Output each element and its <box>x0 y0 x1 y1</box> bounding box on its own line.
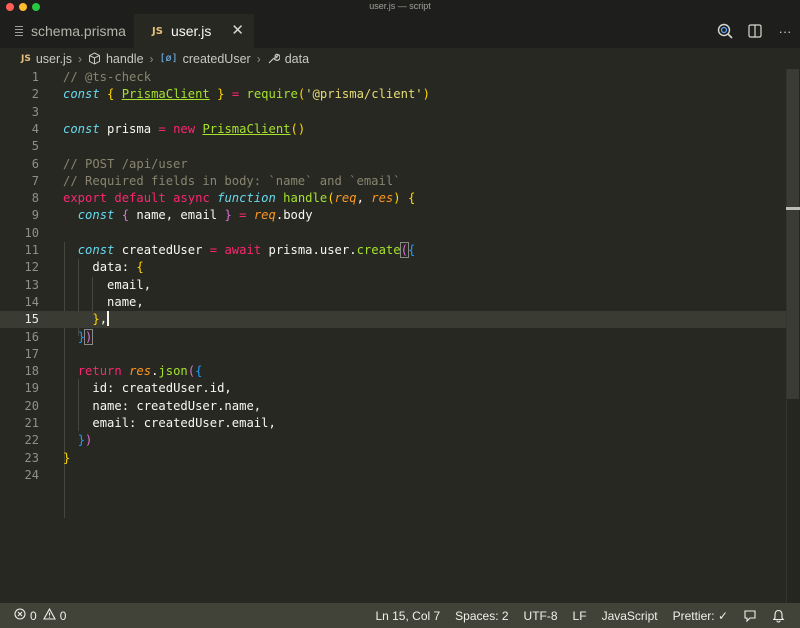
line-number: 8 <box>31 191 39 206</box>
line-number: 2 <box>31 87 39 102</box>
more-icon[interactable]: ··· <box>770 14 800 48</box>
breadcrumb-item-handle[interactable]: handle <box>106 52 144 66</box>
code-line[interactable]: 10 <box>0 225 786 242</box>
tab-label: user.js <box>170 23 212 39</box>
line-number: 12 <box>24 260 39 275</box>
line-number: 7 <box>31 173 39 188</box>
breadcrumb-item-file[interactable]: user.js <box>36 52 72 66</box>
code-line[interactable]: 9 const { name, email } = req.body <box>0 207 786 224</box>
code-line[interactable]: 1 // @ts-check <box>0 69 786 86</box>
cursor-position[interactable]: Ln 15, Col 7 <box>375 609 440 623</box>
bell-icon[interactable] <box>772 609 785 623</box>
line-number: 10 <box>24 225 39 240</box>
breadcrumb-item-data[interactable]: data <box>285 52 309 66</box>
text-cursor <box>107 311 109 327</box>
problems-indicator[interactable]: 0 0 <box>0 607 72 623</box>
tab-schema-prisma[interactable]: schema.prisma <box>0 14 134 48</box>
chevron-right-icon: › <box>77 51 82 66</box>
code-line[interactable]: 23 } <box>0 450 786 467</box>
title-bar: user.js — script <box>0 0 800 14</box>
search-icon[interactable] <box>710 14 740 48</box>
error-count: 0 <box>30 608 37 623</box>
end-of-line[interactable]: LF <box>573 609 587 623</box>
code-line[interactable]: 11 const createdUser = await prisma.user… <box>0 242 786 259</box>
variable-icon: [ø] <box>159 53 178 64</box>
lines-icon <box>15 24 23 38</box>
code-line[interactable]: 16 }) <box>0 328 786 346</box>
code-line[interactable]: 14 name, <box>0 294 786 311</box>
line-number: 11 <box>24 243 39 257</box>
cube-icon <box>88 52 101 65</box>
tab-bar: schema.prisma JS user.js ✕ ··· <box>0 14 800 48</box>
code-line[interactable]: 21 email: createdUser.email, <box>0 415 786 432</box>
js-icon: JS <box>152 25 163 37</box>
line-number: 15 <box>24 312 39 327</box>
breadcrumb-item-createduser[interactable]: createdUser <box>183 52 251 66</box>
code-line[interactable]: 7 // Required fields in body: `name` and… <box>0 173 786 190</box>
line-number: 23 <box>24 450 39 465</box>
line-number: 13 <box>24 277 39 292</box>
line-number: 20 <box>24 398 39 413</box>
code-line[interactable]: 6 // POST /api/user <box>0 156 786 173</box>
code-line[interactable]: 2 const { PrismaClient } = require('@pri… <box>0 86 786 103</box>
line-number: 6 <box>31 156 39 171</box>
line-number: 17 <box>24 346 39 361</box>
code-line[interactable]: 4 const prisma = new PrismaClient() <box>0 121 786 138</box>
chevron-right-icon: › <box>149 51 154 66</box>
vertical-scrollbar[interactable] <box>786 69 800 603</box>
line-number: 24 <box>24 467 39 482</box>
code-line[interactable]: 5 <box>0 138 786 155</box>
cursor-position-marker <box>786 207 800 210</box>
code-line[interactable]: 8 export default async function handle(r… <box>0 190 786 207</box>
code-line[interactable]: 12 data: { <box>0 259 786 276</box>
code-line[interactable]: 17 <box>0 346 786 363</box>
code-line[interactable]: 13 email, <box>0 277 786 294</box>
prettier-status[interactable]: Prettier: ✓ <box>673 609 728 623</box>
feedback-icon[interactable] <box>743 609 757 623</box>
close-tab-icon[interactable]: ✕ <box>231 21 244 39</box>
code-line[interactable]: 22 }) <box>0 432 786 449</box>
indentation[interactable]: Spaces: 2 <box>455 609 508 623</box>
tab-user-js[interactable]: JS user.js ✕ <box>134 14 254 48</box>
js-icon: JS <box>21 53 31 64</box>
code-line[interactable]: 18 return res.json({ <box>0 363 786 380</box>
line-number: 1 <box>31 70 39 84</box>
error-icon <box>14 608 26 623</box>
line-number: 18 <box>24 364 39 379</box>
status-bar: 0 0 Ln 15, Col 7 Spaces: 2 UTF-8 LF Java… <box>0 603 800 628</box>
line-number: 5 <box>31 139 39 154</box>
warning-count: 0 <box>59 608 67 623</box>
line-number: 9 <box>31 208 39 223</box>
warning-icon <box>42 607 56 623</box>
line-number: 4 <box>31 121 39 136</box>
code-line-current[interactable]: 15 }, <box>0 311 786 329</box>
code-line[interactable]: 20 name: createdUser.name, <box>0 398 786 415</box>
language-mode[interactable]: JavaScript <box>602 609 658 623</box>
line-number: 22 <box>24 433 39 448</box>
chevron-right-icon: › <box>256 51 261 66</box>
window-title: user.js — script <box>369 1 431 11</box>
line-number: 3 <box>31 104 39 119</box>
code-editor[interactable]: 1 // @ts-check 2 const { PrismaClient } … <box>0 69 800 603</box>
line-number: 19 <box>24 381 39 396</box>
breadcrumb: JS user.js › handle › [ø] createdUser › … <box>0 48 800 69</box>
code-line[interactable]: 24 <box>0 467 786 484</box>
line-number: 16 <box>24 329 39 344</box>
encoding[interactable]: UTF-8 <box>524 609 558 623</box>
split-editor-icon[interactable] <box>740 14 770 48</box>
line-number: 21 <box>24 416 39 430</box>
tab-label: schema.prisma <box>31 23 126 39</box>
scrollbar-thumb[interactable] <box>787 69 799 399</box>
code-line[interactable]: 3 <box>0 104 786 121</box>
code-line[interactable]: 19 id: createdUser.id, <box>0 380 786 397</box>
line-number: 14 <box>24 294 39 309</box>
wrench-icon <box>267 52 280 65</box>
